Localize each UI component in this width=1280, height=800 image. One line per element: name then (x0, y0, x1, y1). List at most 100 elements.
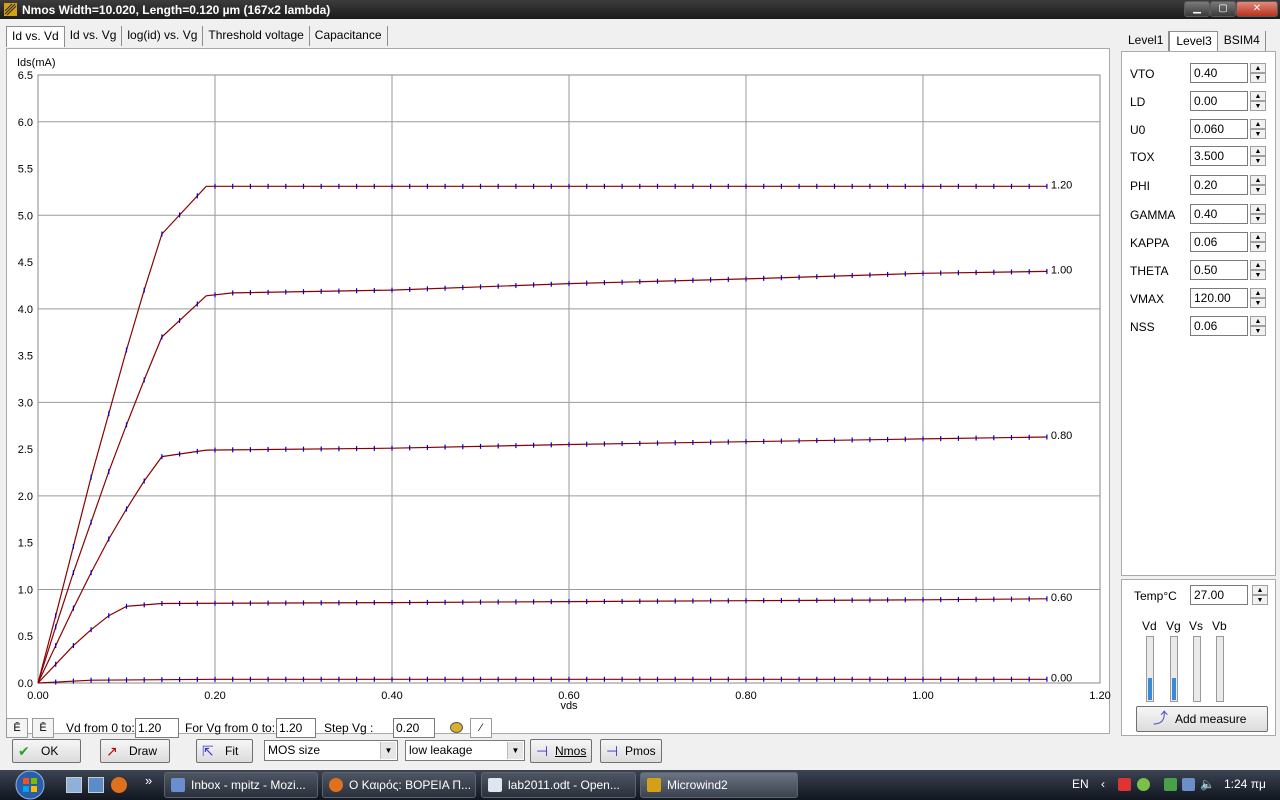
ok-button[interactable]: ✔ OK (12, 739, 81, 763)
tab-threshold-voltage[interactable]: Threshold voltage (203, 26, 310, 46)
arrow-up-icon[interactable]: ▲ (1250, 63, 1266, 73)
arrow-up-icon[interactable]: ▲ (1252, 585, 1268, 595)
maximize-button[interactable]: ▢ (1210, 1, 1236, 17)
arrow-down-icon[interactable]: ▼ (1250, 129, 1266, 139)
single-curve-button[interactable]: Ē (6, 718, 28, 738)
param-value-input[interactable]: 0.00 (1190, 91, 1248, 111)
leakage-select[interactable]: low leakage ▼ (405, 740, 525, 761)
spin-buttons[interactable]: ▲ ▼ (1250, 204, 1266, 224)
param-value-input[interactable]: 0.20 (1190, 175, 1248, 195)
param-value-input[interactable]: 0.06 (1190, 316, 1248, 336)
tab-log-id-vs-vg[interactable]: log(id) vs. Vg (122, 26, 204, 46)
monitor-icon[interactable] (1182, 778, 1195, 791)
document-icon (488, 778, 502, 792)
spin-buttons[interactable]: ▲ ▼ (1250, 63, 1266, 83)
spin-buttons[interactable]: ▲ ▼ (1250, 119, 1266, 139)
plot-area[interactable]: 0.00 0.20 0.40 0.60 0.80 1.00 1.20 0.0 0.5 1.0 1.5… (6, 48, 1111, 734)
start-button[interactable] (6, 770, 52, 800)
param-value-input[interactable]: 0.40 (1190, 204, 1248, 224)
param-label: TOX (1130, 150, 1155, 164)
taskbar-item-microwind[interactable]: Microwind2 (640, 772, 798, 798)
vd-max-input[interactable] (135, 718, 179, 738)
arrow-up-icon[interactable]: ▲ (1250, 288, 1266, 298)
draw-button[interactable]: ↗ Draw (100, 739, 170, 763)
volume-icon[interactable]: 🔈 (1200, 777, 1215, 791)
measure-toggle-button[interactable] (445, 718, 467, 738)
param-value-input[interactable]: 0.06 (1190, 232, 1248, 252)
security-icon[interactable] (1137, 778, 1150, 791)
arrow-down-icon[interactable]: ▼ (1250, 242, 1266, 252)
multi-curve-button[interactable]: Ē (32, 718, 54, 738)
mos-size-select[interactable]: MOS size ▼ (264, 740, 398, 761)
arrow-down-icon[interactable]: ▼ (1250, 326, 1266, 336)
tab-bsim4[interactable]: BSIM4 (1218, 31, 1266, 51)
minimize-button[interactable]: ▁ (1184, 1, 1210, 17)
arrow-up-icon[interactable]: ▲ (1250, 91, 1266, 101)
arrow-up-icon[interactable]: ▲ (1250, 119, 1266, 129)
tab-level1[interactable]: Level1 (1122, 31, 1170, 51)
arrow-down-icon[interactable]: ▼ (1250, 298, 1266, 308)
vg-max-input[interactable] (276, 718, 316, 738)
arrow-down-icon[interactable]: ▼ (1250, 101, 1266, 111)
spin-buttons[interactable]: ▲ ▼ (1250, 288, 1266, 308)
arrow-up-icon[interactable]: ▲ (1250, 204, 1266, 214)
spin-buttons[interactable]: ▲ ▼ (1250, 232, 1266, 252)
nmos-button[interactable]: ⊣ Nmos (530, 739, 592, 763)
title-bar[interactable]: Nmos Width=10.020, Length=0.120 µm (167x… (0, 0, 1280, 19)
param-nss: NSS 0.06 ▲ ▼ (1122, 315, 1277, 337)
language-indicator[interactable]: EN (1072, 777, 1089, 791)
switch-windows-icon[interactable] (88, 777, 104, 793)
tray-expand-icon[interactable]: ‹ (1101, 777, 1105, 791)
taskbar-item-openoffice[interactable]: lab2011.odt - Open... (481, 772, 636, 798)
spin-buttons[interactable]: ▲ ▼ (1250, 175, 1266, 195)
arrow-up-icon[interactable]: ▲ (1250, 260, 1266, 270)
microwind-icon (647, 778, 661, 792)
id-vd-chart: 0.00 0.20 0.40 0.60 0.80 1.00 1.20 0.0 0.5 1.0 1.5… (17, 57, 1111, 712)
spin-buttons[interactable]: ▲ ▼ (1250, 316, 1266, 336)
param-value-input[interactable]: 0.50 (1190, 260, 1248, 280)
arrow-down-icon[interactable]: ▼ (1250, 156, 1266, 166)
tab-level3[interactable]: Level3 (1169, 31, 1218, 51)
arrow-down-icon[interactable]: ▼ (1250, 214, 1266, 224)
taskbar-item-thunderbird[interactable]: Inbox - mpitz - Mozi... (164, 772, 318, 798)
sweep-controls: Ē Ē Vd from 0 to: For Vg from 0 to: Step… (6, 717, 506, 739)
param-value-input[interactable]: 0.40 (1190, 63, 1248, 83)
arrow-up-icon[interactable]: ▲ (1250, 316, 1266, 326)
tab-id-vs-vg[interactable]: Id vs. Vg (65, 26, 123, 46)
spin-buttons[interactable]: ▲ ▼ (1250, 146, 1266, 166)
spin-buttons[interactable]: ▲ ▼ (1250, 91, 1266, 111)
draw-label: Draw (129, 744, 158, 758)
arrow-down-icon[interactable]: ▼ (1250, 185, 1266, 195)
clock[interactable]: 1:24 πμ (1224, 777, 1266, 791)
show-points-button[interactable]: ⁄ (470, 718, 492, 738)
pmos-button[interactable]: ⊣ Pmos (600, 739, 662, 763)
param-value-input[interactable]: 0.060 (1190, 119, 1248, 139)
network-error-icon[interactable] (1118, 778, 1131, 791)
tab-capacitance[interactable]: Capacitance (310, 26, 388, 46)
add-measure-button[interactable]: ⤴ Add measure (1136, 706, 1268, 732)
quicklaunch-overflow-icon[interactable]: » (145, 773, 152, 788)
tab-id-vs-vd[interactable]: Id vs. Vd (6, 26, 65, 47)
param-value-input[interactable]: 120.00 (1190, 288, 1248, 308)
fit-button[interactable]: ⇱ Fit (196, 739, 253, 763)
vg-slider[interactable] (1170, 636, 1178, 702)
arrow-up-icon[interactable]: ▲ (1250, 175, 1266, 185)
close-button[interactable]: ✕ (1236, 1, 1278, 17)
firefox-quicklaunch-icon[interactable] (111, 777, 127, 793)
arrow-down-icon[interactable]: ▼ (1250, 73, 1266, 83)
show-desktop-icon[interactable] (66, 777, 82, 793)
taskbar-item-firefox[interactable]: Ο Καιρός: ΒΟΡΕΙΑ Π... (322, 772, 476, 798)
vd-slider[interactable] (1146, 636, 1154, 702)
param-value-input[interactable]: 3.500 (1190, 146, 1248, 166)
arrow-up-icon[interactable]: ▲ (1250, 232, 1266, 242)
vs-slider[interactable] (1193, 636, 1201, 702)
temperature-spin[interactable]: ▲ ▼ (1252, 585, 1268, 605)
step-vg-input[interactable] (393, 718, 435, 738)
temperature-input[interactable]: 27.00 (1190, 585, 1248, 605)
spin-buttons[interactable]: ▲ ▼ (1250, 260, 1266, 280)
arrow-down-icon[interactable]: ▼ (1250, 270, 1266, 280)
tray-app-icon[interactable] (1164, 778, 1177, 791)
vb-slider[interactable] (1216, 636, 1224, 702)
arrow-down-icon[interactable]: ▼ (1252, 595, 1268, 605)
arrow-up-icon[interactable]: ▲ (1250, 146, 1266, 156)
